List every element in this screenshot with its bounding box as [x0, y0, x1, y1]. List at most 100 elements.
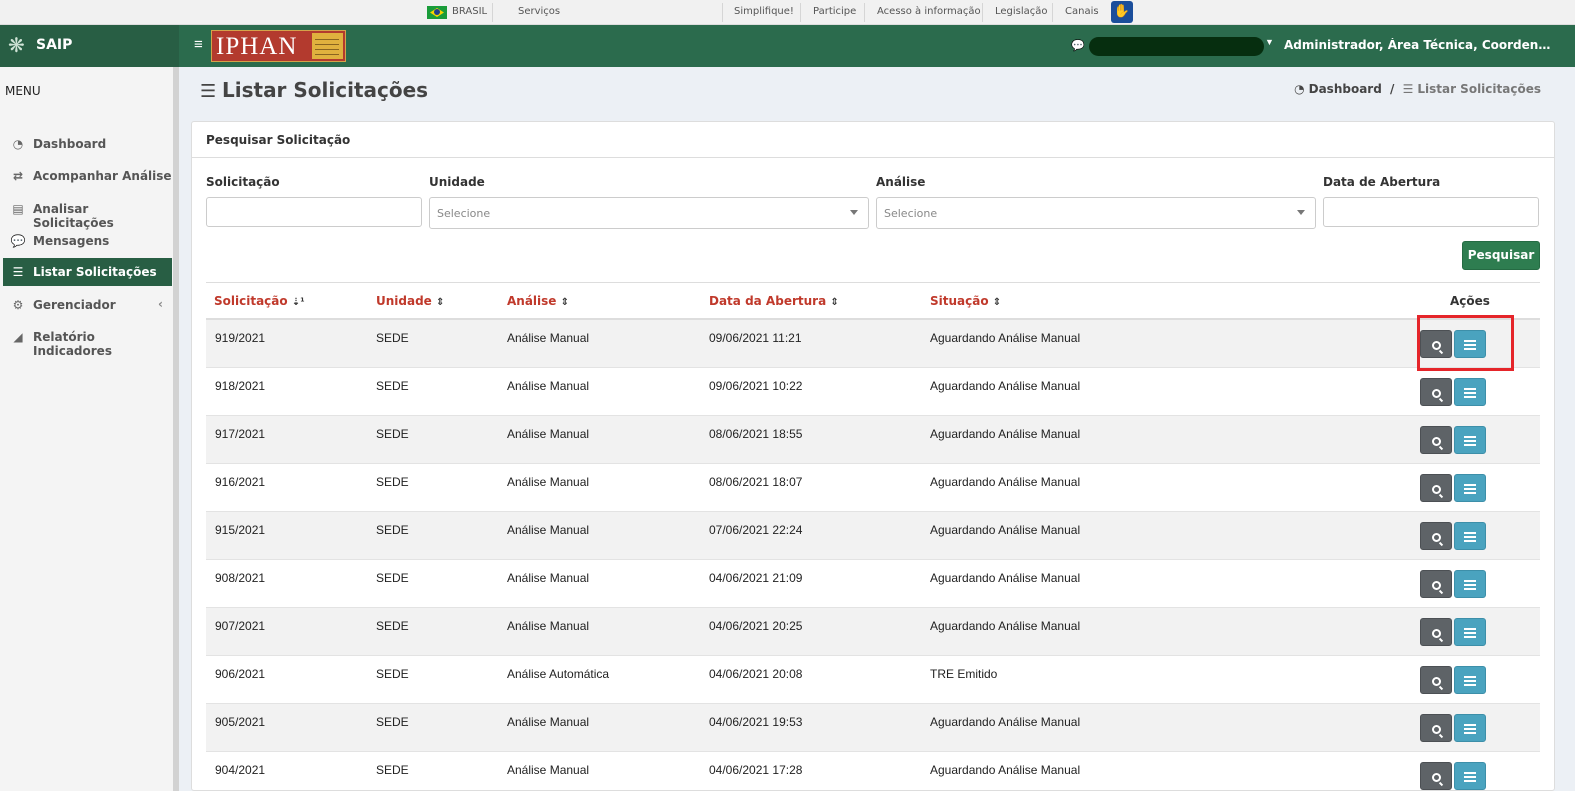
header-label: Análise — [507, 294, 557, 308]
unidade-select[interactable]: Selecione — [429, 197, 869, 229]
sidebar-item-mensagens[interactable]: 💬 Mensagens — [0, 227, 173, 255]
dashboard-icon: ◔ — [12, 137, 24, 151]
sidebar-item-relatorio-indicadores[interactable]: ◢ Relatório Indicadores — [0, 323, 173, 358]
view-button[interactable] — [1420, 762, 1452, 790]
view-button[interactable] — [1420, 378, 1452, 406]
list-icon: ☰ — [200, 81, 217, 102]
details-list-button[interactable] — [1454, 426, 1486, 454]
chat-icon[interactable]: 💬 — [1071, 39, 1085, 52]
govbar-link-participe[interactable]: Participe — [813, 0, 856, 25]
cell-analise: Análise Manual — [507, 763, 590, 777]
details-list-button[interactable] — [1454, 522, 1486, 550]
view-button[interactable] — [1420, 570, 1452, 598]
sidebar-item-analisar-solicitacoes[interactable]: ▤ Analisar Solicitações — [0, 195, 173, 230]
header-label: Situação — [930, 294, 989, 308]
details-list-button[interactable] — [1454, 474, 1486, 502]
view-button[interactable] — [1420, 426, 1452, 454]
view-button[interactable] — [1420, 474, 1452, 502]
search-icon — [1431, 485, 1441, 494]
breadcrumb-dashboard[interactable]: Dashboard — [1309, 82, 1382, 96]
govbar-link-canais[interactable]: Canais — [1065, 0, 1099, 25]
cell-data-abertura: 08/06/2021 18:07 — [709, 475, 803, 489]
list-icon — [1464, 484, 1476, 494]
cell-analise: Análise Automática — [507, 667, 610, 681]
cell-situacao: Aguardando Análise Manual — [930, 331, 1081, 345]
pesquisar-button[interactable]: Pesquisar — [1462, 241, 1540, 270]
cell-analise: Análise Manual — [507, 331, 590, 345]
table-row: 905/2021 SEDE Análise Manual 04/06/2021 … — [206, 704, 1540, 752]
sidebar-item-acompanhar-analise[interactable]: ⇄ Acompanhar Análise — [0, 162, 173, 190]
govbar-link-acesso[interactable]: Acesso à informação — [877, 0, 981, 25]
sort-header-unidade[interactable]: Unidade ⇕ — [376, 294, 444, 308]
list-icon — [1464, 532, 1476, 542]
sort-header-analise[interactable]: Análise ⇕ — [507, 294, 569, 308]
view-button[interactable] — [1420, 666, 1452, 694]
user-name-redacted[interactable] — [1089, 37, 1264, 56]
govbar-country[interactable]: BRASIL — [452, 0, 487, 25]
search-icon — [1431, 533, 1441, 542]
cell-unidade: SEDE — [376, 619, 409, 633]
view-button[interactable] — [1420, 618, 1452, 646]
sidebar-item-label: Relatório Indicadores — [33, 330, 112, 358]
sidebar-item-dashboard[interactable]: ◔ Dashboard — [0, 130, 173, 158]
table-row: 916/2021 SEDE Análise Manual 08/06/2021 … — [206, 464, 1540, 512]
cell-unidade: SEDE — [376, 331, 409, 345]
details-list-button[interactable] — [1454, 618, 1486, 646]
sidebar-item-label: Dashboard — [33, 137, 107, 151]
comments-icon: 💬 — [10, 234, 26, 248]
table-row: 917/2021 SEDE Análise Manual 08/06/2021 … — [206, 416, 1540, 464]
list-icon — [1464, 388, 1476, 398]
details-list-button[interactable] — [1454, 570, 1486, 598]
sidebar-item-label: Mensagens — [33, 234, 110, 248]
govbar-link-simplifique[interactable]: Simplifique! — [734, 0, 794, 25]
cell-analise: Análise Manual — [507, 715, 590, 729]
sort-icon: ⇕ — [992, 297, 1002, 308]
govbar-link-servicos[interactable]: Serviços — [518, 0, 560, 25]
top-navbar: ≡ IPHAN 💬 ▼ Administrador, Área Técnica,… — [179, 25, 1575, 67]
list-icon: ☰ — [12, 265, 24, 279]
sidebar-item-label: Acompanhar Análise — [33, 169, 172, 183]
caret-down-icon — [1297, 210, 1305, 215]
brand[interactable]: ❋ SAIP — [0, 25, 179, 67]
analise-placeholder: Selecione — [884, 207, 938, 220]
data-abertura-field[interactable] — [1323, 197, 1539, 227]
user-roles[interactable]: Administrador, Área Técnica, Coordenação… — [1284, 38, 1554, 52]
divider — [864, 3, 865, 22]
details-list-button[interactable] — [1454, 666, 1486, 694]
solicitacao-label: Solicitação — [206, 175, 280, 189]
sort-header-solicitacao[interactable]: Solicitação ⇣¹ — [214, 294, 305, 308]
govbar-link-legislacao[interactable]: Legislação — [995, 0, 1048, 25]
analise-select[interactable]: Selecione — [876, 197, 1316, 229]
list-icon — [1464, 436, 1476, 446]
view-button[interactable] — [1420, 522, 1452, 550]
cell-solicitacao: 908/2021 — [215, 571, 266, 585]
search-icon — [1431, 725, 1441, 734]
cell-situacao: Aguardando Análise Manual — [930, 571, 1081, 585]
cell-situacao: Aguardando Análise Manual — [930, 523, 1081, 537]
data-abertura-input[interactable] — [1324, 198, 1538, 226]
table-row: 906/2021 SEDE Análise Automática 04/06/2… — [206, 656, 1540, 704]
cell-solicitacao: 907/2021 — [215, 619, 266, 633]
cell-data-abertura: 04/06/2021 19:53 — [709, 715, 803, 729]
cell-unidade: SEDE — [376, 523, 409, 537]
sort-header-situacao[interactable]: Situação ⇕ — [930, 294, 1001, 308]
sort-header-data-abertura[interactable]: Data da Abertura ⇕ — [709, 294, 839, 308]
details-list-button[interactable] — [1454, 714, 1486, 742]
iphan-logo-emblem — [312, 33, 343, 59]
sidebar-item-listar-solicitacoes[interactable]: ☰ Listar Solicitações — [3, 258, 172, 286]
solicitacao-field[interactable] — [206, 197, 422, 227]
table-row: 908/2021 SEDE Análise Manual 04/06/2021 … — [206, 560, 1540, 608]
solicitacao-input[interactable] — [207, 198, 421, 226]
hamburger-menu-icon[interactable]: ≡ — [194, 36, 203, 53]
cell-data-abertura: 04/06/2021 20:25 — [709, 619, 803, 633]
sidebar: MENU ◔ Dashboard ⇄ Acompanhar Análise ▤ … — [0, 67, 179, 791]
details-list-button[interactable] — [1454, 378, 1486, 406]
sidebar-item-gerenciador[interactable]: ⚙ Gerenciador ‹ — [0, 291, 173, 319]
cell-situacao: Aguardando Análise Manual — [930, 763, 1081, 777]
details-list-button[interactable] — [1454, 762, 1486, 790]
view-button[interactable] — [1420, 714, 1452, 742]
list-icon — [1464, 628, 1476, 638]
caret-down-icon[interactable]: ▼ — [1265, 37, 1274, 47]
page-title: ☰ Listar Solicitações — [200, 78, 428, 102]
accessibility-hand-icon[interactable]: ✋ — [1111, 1, 1133, 23]
